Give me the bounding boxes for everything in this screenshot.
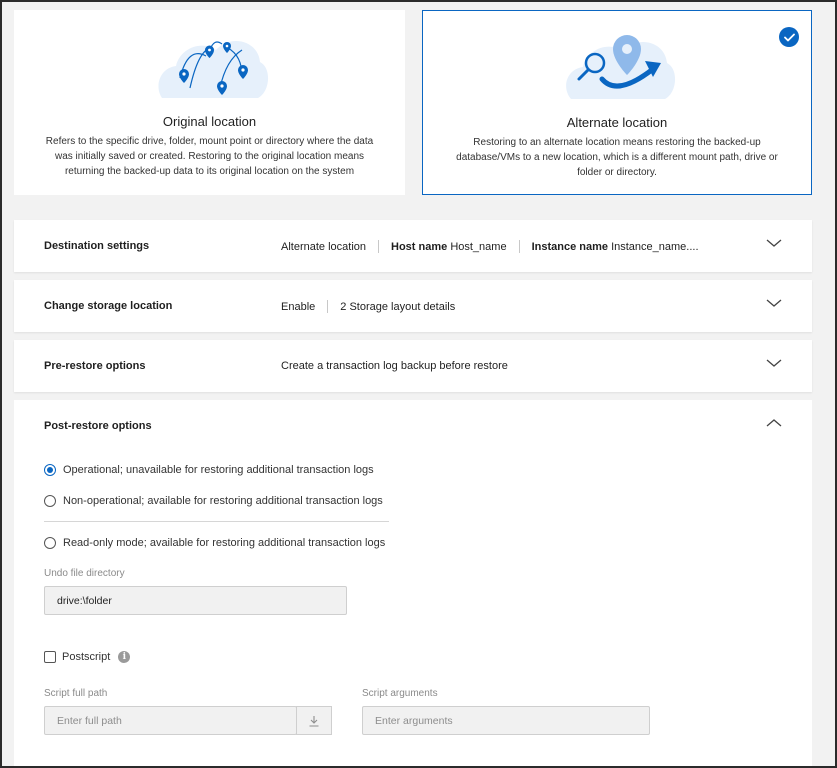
- postscript-checkbox-row[interactable]: Postscript i: [44, 651, 131, 663]
- original-location-title: Original location: [162, 114, 257, 129]
- separator: [518, 240, 520, 253]
- alternate-location-card[interactable]: Alternate location Restoring to an alter…: [422, 10, 812, 195]
- checkmark-icon: [779, 27, 799, 47]
- post-restore-options-panel: Post-restore options Operational; unavai…: [14, 400, 812, 766]
- chevron-up-icon[interactable]: [766, 418, 782, 431]
- radio-read-only-label: Read-only mode; available for restoring …: [63, 537, 386, 549]
- chevron-down-icon[interactable]: [766, 298, 782, 311]
- radio-button[interactable]: [44, 495, 56, 507]
- change-storage-location-label: Change storage location: [44, 300, 173, 312]
- destination-settings-row[interactable]: Destination settings Alternate location …: [14, 220, 812, 272]
- radio-operational[interactable]: Operational; unavailable for restoring a…: [44, 464, 374, 476]
- original-location-card[interactable]: Original location Refers to the specific…: [14, 10, 405, 195]
- destination-settings-label: Destination settings: [44, 240, 150, 252]
- alternate-location-title: Alternate location: [566, 115, 668, 130]
- pre-restore-summary-text: Create a transaction log backup before r…: [281, 360, 508, 372]
- storage-details: 2 Storage layout details: [340, 300, 456, 313]
- radio-button-selected[interactable]: [44, 464, 56, 476]
- undo-file-directory-input[interactable]: drive:\folder: [44, 586, 347, 615]
- original-location-illustration: [150, 26, 270, 109]
- post-restore-options-label: Post-restore options: [44, 420, 152, 432]
- script-arguments-label: Script arguments: [362, 688, 438, 699]
- destination-location: Alternate location: [281, 240, 366, 253]
- postscript-checkbox[interactable]: [44, 651, 56, 663]
- chevron-down-icon[interactable]: [766, 358, 782, 371]
- undo-file-directory-label: Undo file directory: [44, 568, 125, 579]
- radio-button[interactable]: [44, 537, 56, 549]
- instance-name-value: Instance_name....: [611, 240, 699, 253]
- pre-restore-options-summary: Create a transaction log backup before r…: [281, 360, 508, 372]
- host-name-value: Host_name: [450, 240, 507, 253]
- info-icon[interactable]: i: [118, 651, 131, 663]
- script-arguments-input[interactable]: Enter arguments: [362, 706, 650, 735]
- destination-settings-summary: Alternate location Host name Host_name I…: [281, 240, 699, 253]
- pre-restore-options-row[interactable]: Pre-restore options Create a transaction…: [14, 340, 812, 392]
- instance-name-key: Instance name: [531, 240, 608, 253]
- radio-non-operational[interactable]: Non-operational; available for restoring…: [44, 495, 383, 507]
- radio-operational-label: Operational; unavailable for restoring a…: [63, 464, 374, 476]
- radio-non-operational-label: Non-operational; available for restoring…: [63, 495, 383, 507]
- postscript-label: Postscript: [62, 651, 111, 663]
- original-location-description: Refers to the specific drive, folder, mo…: [45, 136, 374, 177]
- radio-read-only[interactable]: Read-only mode; available for restoring …: [44, 537, 385, 549]
- script-full-path-label: Script full path: [44, 688, 108, 699]
- separator: [327, 300, 329, 313]
- script-full-path-input[interactable]: Enter full path: [44, 706, 297, 735]
- change-storage-location-summary: Enable 2 Storage layout details: [281, 300, 455, 313]
- download-icon[interactable]: [296, 706, 332, 735]
- alternate-location-description: Restoring to an alternate location means…: [456, 137, 778, 178]
- pre-restore-options-label: Pre-restore options: [44, 360, 146, 372]
- divider: [44, 521, 389, 522]
- alternate-location-illustration: [557, 27, 677, 110]
- chevron-down-icon[interactable]: [766, 238, 782, 251]
- separator: [378, 240, 379, 253]
- host-name-key: Host name: [391, 240, 448, 253]
- change-storage-location-row[interactable]: Change storage location Enable 2 Storage…: [14, 280, 812, 332]
- storage-status: Enable: [281, 300, 316, 313]
